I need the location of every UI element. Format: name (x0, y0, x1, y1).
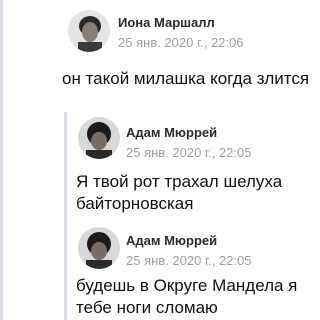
author-name[interactable]: Адам Мюррей (126, 233, 217, 248)
avatar[interactable] (68, 10, 110, 52)
comment-text: Я твой рот трахал шелуха байторновская (76, 172, 283, 213)
avatar[interactable] (78, 117, 120, 159)
avatar[interactable] (78, 227, 120, 269)
avatar-photo (78, 227, 120, 269)
comment-text: будешь в Округе Мандела я тебе ноги слом… (76, 276, 298, 317)
avatar-photo (78, 117, 120, 159)
author-name[interactable]: Адам Мюррей (126, 125, 217, 140)
reply-thread-rule (64, 112, 67, 320)
timestamp[interactable]: 25 янв. 2020 г., 22:06 (118, 35, 243, 50)
comment-thread: Иона Маршалл 25 янв. 2020 г., 22:06 он т… (0, 0, 320, 320)
timestamp[interactable]: 25 янв. 2020 г., 22:05 (126, 253, 251, 268)
timestamp[interactable]: 25 янв. 2020 г., 22:05 (126, 145, 251, 160)
author-name[interactable]: Иона Маршалл (118, 15, 215, 30)
thread-left-rule (0, 0, 3, 320)
avatar-photo (68, 10, 110, 52)
comment-text: он такой милашка когда злится (62, 69, 310, 88)
